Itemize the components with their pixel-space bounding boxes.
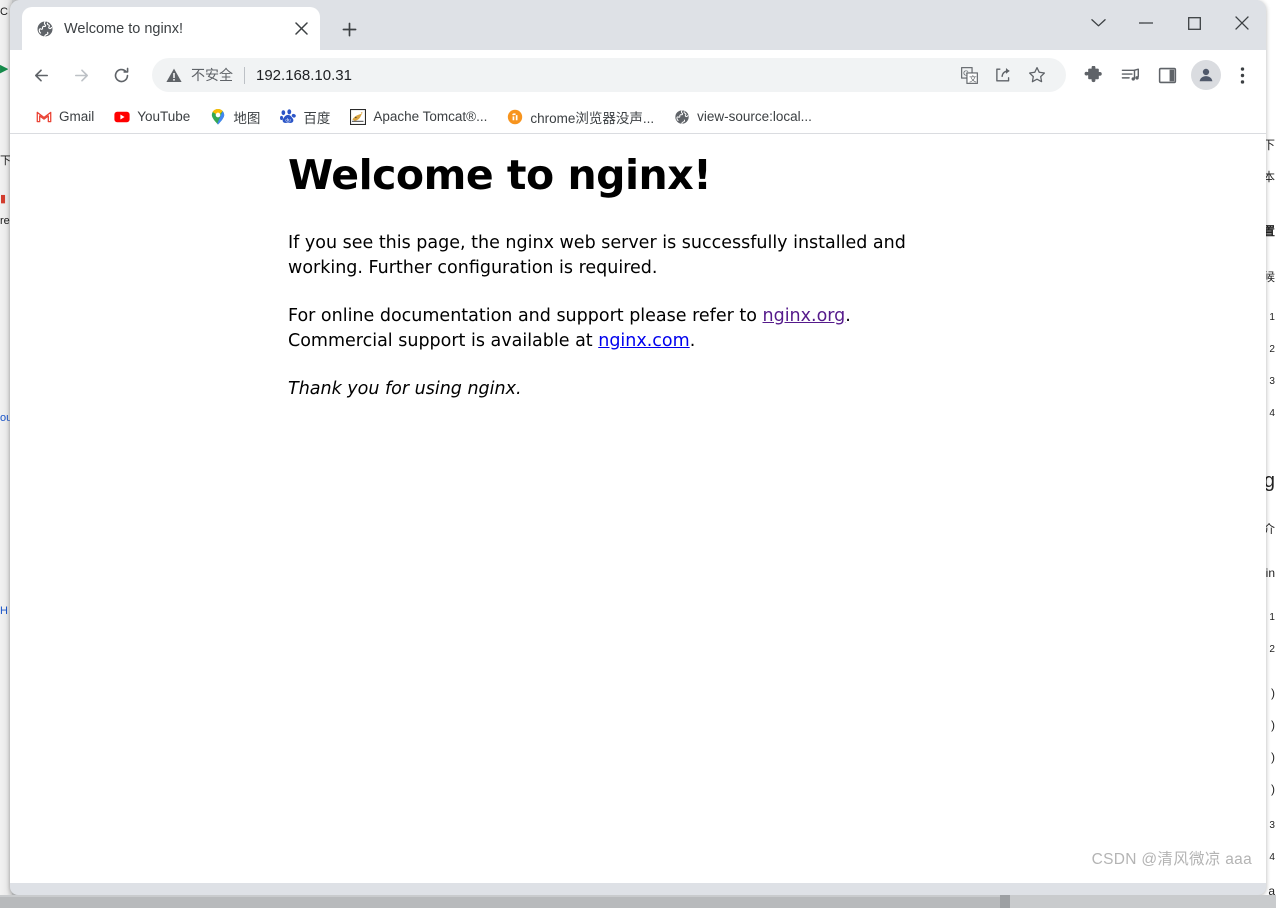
extensions-button[interactable] <box>1077 59 1109 91</box>
media-control-button[interactable] <box>1114 59 1146 91</box>
bookmark-youtube[interactable]: YouTube <box>106 104 198 130</box>
browser-toolbar: 不安全 192.168.10.31 G 文 <box>10 50 1266 100</box>
omnibox-separator <box>244 66 245 84</box>
bookmark-label: view-source:local... <box>697 109 812 124</box>
extensions-icon <box>1084 65 1102 82</box>
bookmark-chrome-audio[interactable]: chrome浏览器没声... <box>499 104 662 130</box>
security-status-text: 不安全 <box>191 67 233 83</box>
back-arrow-icon <box>34 68 48 82</box>
url-text[interactable]: 192.168.10.31 <box>256 67 950 84</box>
plus-icon <box>342 22 356 36</box>
browser-tab[interactable]: Welcome to nginx! <box>22 7 320 50</box>
bookmark-label: Apache Tomcat®... <box>373 109 488 124</box>
bookmark-star-icon[interactable] <box>1022 60 1052 90</box>
share-icon[interactable] <box>988 60 1018 90</box>
bg-scrap: re <box>0 215 10 227</box>
bg-scrap: ) <box>1271 750 1275 764</box>
page-title: Welcome to nginx! <box>288 151 712 199</box>
person-icon <box>1199 68 1213 82</box>
back-button[interactable] <box>24 58 58 92</box>
side-panel-icon <box>1158 67 1176 83</box>
bookmark-label: chrome浏览器没声... <box>530 110 655 126</box>
nginx-org-link[interactable]: nginx.org <box>763 306 846 326</box>
tomcat-icon <box>350 108 367 125</box>
profile-avatar[interactable] <box>1191 60 1221 90</box>
close-window-button[interactable] <box>1218 0 1266 46</box>
maximize-icon <box>1187 16 1201 30</box>
nginx-com-link[interactable]: nginx.com <box>598 331 689 351</box>
minimize-icon <box>1139 22 1153 24</box>
nginx-welcome-page: Welcome to nginx! If you see this page, … <box>288 151 938 402</box>
gmail-icon <box>36 111 52 122</box>
reload-icon <box>114 67 128 82</box>
three-dot-menu-icon <box>1240 66 1244 84</box>
bookmark-gmail[interactable]: Gmail <box>28 104 102 130</box>
orange-circle-icon <box>508 109 523 124</box>
media-control-icon <box>1121 68 1139 81</box>
new-tab-button[interactable] <box>334 14 364 44</box>
tab-close-icon[interactable] <box>290 18 312 40</box>
side-panel-button[interactable] <box>1151 59 1183 91</box>
globe-icon <box>37 20 53 37</box>
bookmarks-bar: Gmail YouTube 地图 du 百度 Apache Tomcat®...… <box>10 100 1266 134</box>
page-paragraph-thanks: Thank you for using nginx. <box>288 378 522 399</box>
maximize-button[interactable] <box>1170 0 1218 46</box>
bookmark-label: 地图 <box>233 110 261 126</box>
bookmark-maps[interactable]: 地图 <box>202 104 268 130</box>
bookmark-view-source[interactable]: view-source:local... <box>666 104 820 130</box>
csdn-watermark: CSDN @清风微凉 aaa <box>1091 851 1252 868</box>
bookmark-label: YouTube <box>137 109 191 124</box>
bookmark-label: Gmail <box>59 109 95 124</box>
minimize-button[interactable] <box>1122 0 1170 46</box>
warning-triangle-icon[interactable] <box>166 68 182 83</box>
browser-menu-button[interactable] <box>1226 59 1258 91</box>
bg-scrap: ) <box>1271 718 1275 732</box>
globe-icon <box>675 109 689 124</box>
page-viewport: Welcome to nginx! If you see this page, … <box>10 134 1266 883</box>
baidu-icon: du <box>280 108 297 123</box>
svg-text:du: du <box>286 117 292 123</box>
scrollbar-thumb[interactable] <box>0 897 1000 908</box>
bookmark-label: 百度 <box>303 110 331 126</box>
bg-scrap: ) <box>1271 686 1275 700</box>
tab-strip: Welcome to nginx! <box>10 0 1266 50</box>
scrollbar-divider <box>1000 895 1010 908</box>
window-controls <box>1074 0 1266 46</box>
bg-scrap: ▶ <box>0 63 9 75</box>
svg-text:文: 文 <box>969 73 977 83</box>
docs-prefix-text: For online documentation and support ple… <box>288 305 763 326</box>
bg-scrap: ▮ <box>0 193 7 205</box>
chevron-down-icon <box>1090 19 1106 27</box>
docs-suffix-text: . <box>689 331 696 352</box>
forward-arrow-icon <box>74 68 88 82</box>
translate-icon[interactable]: G 文 <box>954 60 984 90</box>
bookmark-baidu[interactable]: du 百度 <box>272 104 338 130</box>
youtube-icon <box>114 111 130 122</box>
page-paragraph-docs: For online documentation and support ple… <box>288 304 938 355</box>
bg-scrap: C <box>0 6 8 18</box>
page-paragraph-intro: If you see this page, the nginx web serv… <box>288 233 906 279</box>
desktop-horizontal-scrollbar[interactable] <box>0 895 1276 908</box>
browser-window: Welcome to nginx! 不安全 192.168.10.31 G 文 … <box>10 0 1266 895</box>
tab-search-button[interactable] <box>1074 0 1122 46</box>
reload-button[interactable] <box>104 58 138 92</box>
bg-scrap: H <box>0 605 8 617</box>
bookmark-tomcat[interactable]: Apache Tomcat®... <box>342 104 495 130</box>
forward-button <box>64 58 98 92</box>
google-maps-icon <box>212 108 225 125</box>
tab-title: Welcome to nginx! <box>64 20 184 37</box>
address-bar[interactable]: 不安全 192.168.10.31 G 文 <box>152 58 1066 92</box>
close-icon <box>1235 16 1249 30</box>
bg-scrap: ) <box>1271 782 1275 796</box>
